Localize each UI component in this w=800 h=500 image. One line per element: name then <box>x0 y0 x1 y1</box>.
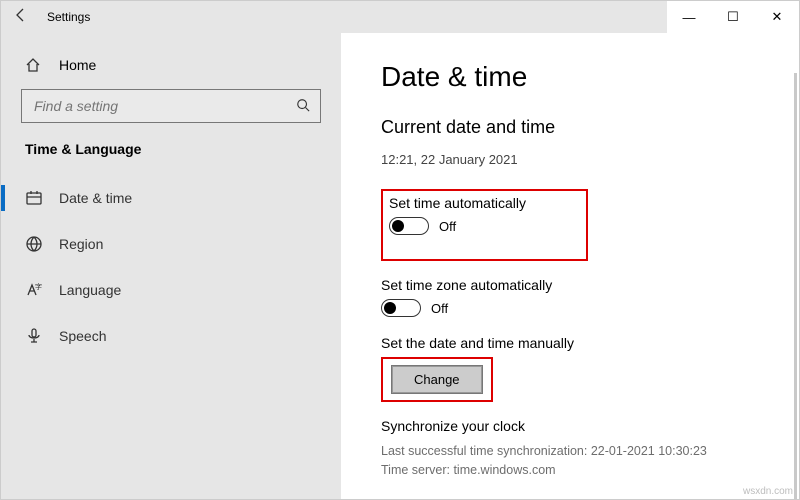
search-box[interactable] <box>21 89 321 123</box>
change-button[interactable]: Change <box>391 365 483 394</box>
search-input[interactable] <box>32 97 296 115</box>
scrollbar[interactable] <box>794 73 797 499</box>
sidebar-item-label: Date & time <box>59 190 132 206</box>
auto-time-label: Set time automatically <box>389 195 526 211</box>
window-title: Settings <box>41 10 90 24</box>
highlight-auto-time: Set time automatically Off <box>381 189 588 261</box>
auto-time-toggle[interactable] <box>389 217 429 235</box>
auto-tz-toggle[interactable] <box>381 299 421 317</box>
sidebar-item-label: Region <box>59 236 103 252</box>
auto-tz-state: Off <box>431 301 448 316</box>
auto-time-state: Off <box>439 219 456 234</box>
language-icon: 字 <box>25 281 43 299</box>
sidebar-item-language[interactable]: 字 Language <box>1 267 341 313</box>
sidebar-item-region[interactable]: Region <box>1 221 341 267</box>
sidebar-item-label: Speech <box>59 328 106 344</box>
manual-label: Set the date and time manually <box>381 335 771 351</box>
mic-icon <box>25 327 43 345</box>
sync-title: Synchronize your clock <box>381 418 771 434</box>
home-nav[interactable]: Home <box>1 45 341 85</box>
watermark: wsxdn.com <box>743 486 793 497</box>
maximize-button[interactable]: ☐ <box>711 1 755 33</box>
sidebar-item-date-time[interactable]: Date & time <box>1 175 341 221</box>
home-label: Home <box>59 57 96 73</box>
close-button[interactable]: ✕ <box>755 1 799 33</box>
home-icon <box>25 57 43 73</box>
highlight-change: Change <box>381 357 493 402</box>
sidebar: Home Time & Language Date & time Region <box>1 33 341 499</box>
auto-tz-label: Set time zone automatically <box>381 277 771 293</box>
section-current-title: Current date and time <box>381 117 771 138</box>
sidebar-item-label: Language <box>59 282 121 298</box>
back-button[interactable] <box>1 7 41 27</box>
titlebar: Settings — ☐ ✕ <box>1 1 799 33</box>
content-pane: Date & time Current date and time 12:21,… <box>341 33 799 499</box>
minimize-button[interactable]: — <box>667 1 711 33</box>
current-datetime: 12:21, 22 January 2021 <box>381 152 771 167</box>
sync-server: Time server: time.windows.com <box>381 461 771 480</box>
globe-icon <box>25 235 43 253</box>
sync-last: Last successful time synchronization: 22… <box>381 442 771 461</box>
category-title: Time & Language <box>1 133 341 175</box>
page-title: Date & time <box>381 61 771 93</box>
clock-icon <box>25 189 43 207</box>
svg-text:字: 字 <box>35 282 42 291</box>
sidebar-item-speech[interactable]: Speech <box>1 313 341 359</box>
search-icon <box>296 98 310 115</box>
